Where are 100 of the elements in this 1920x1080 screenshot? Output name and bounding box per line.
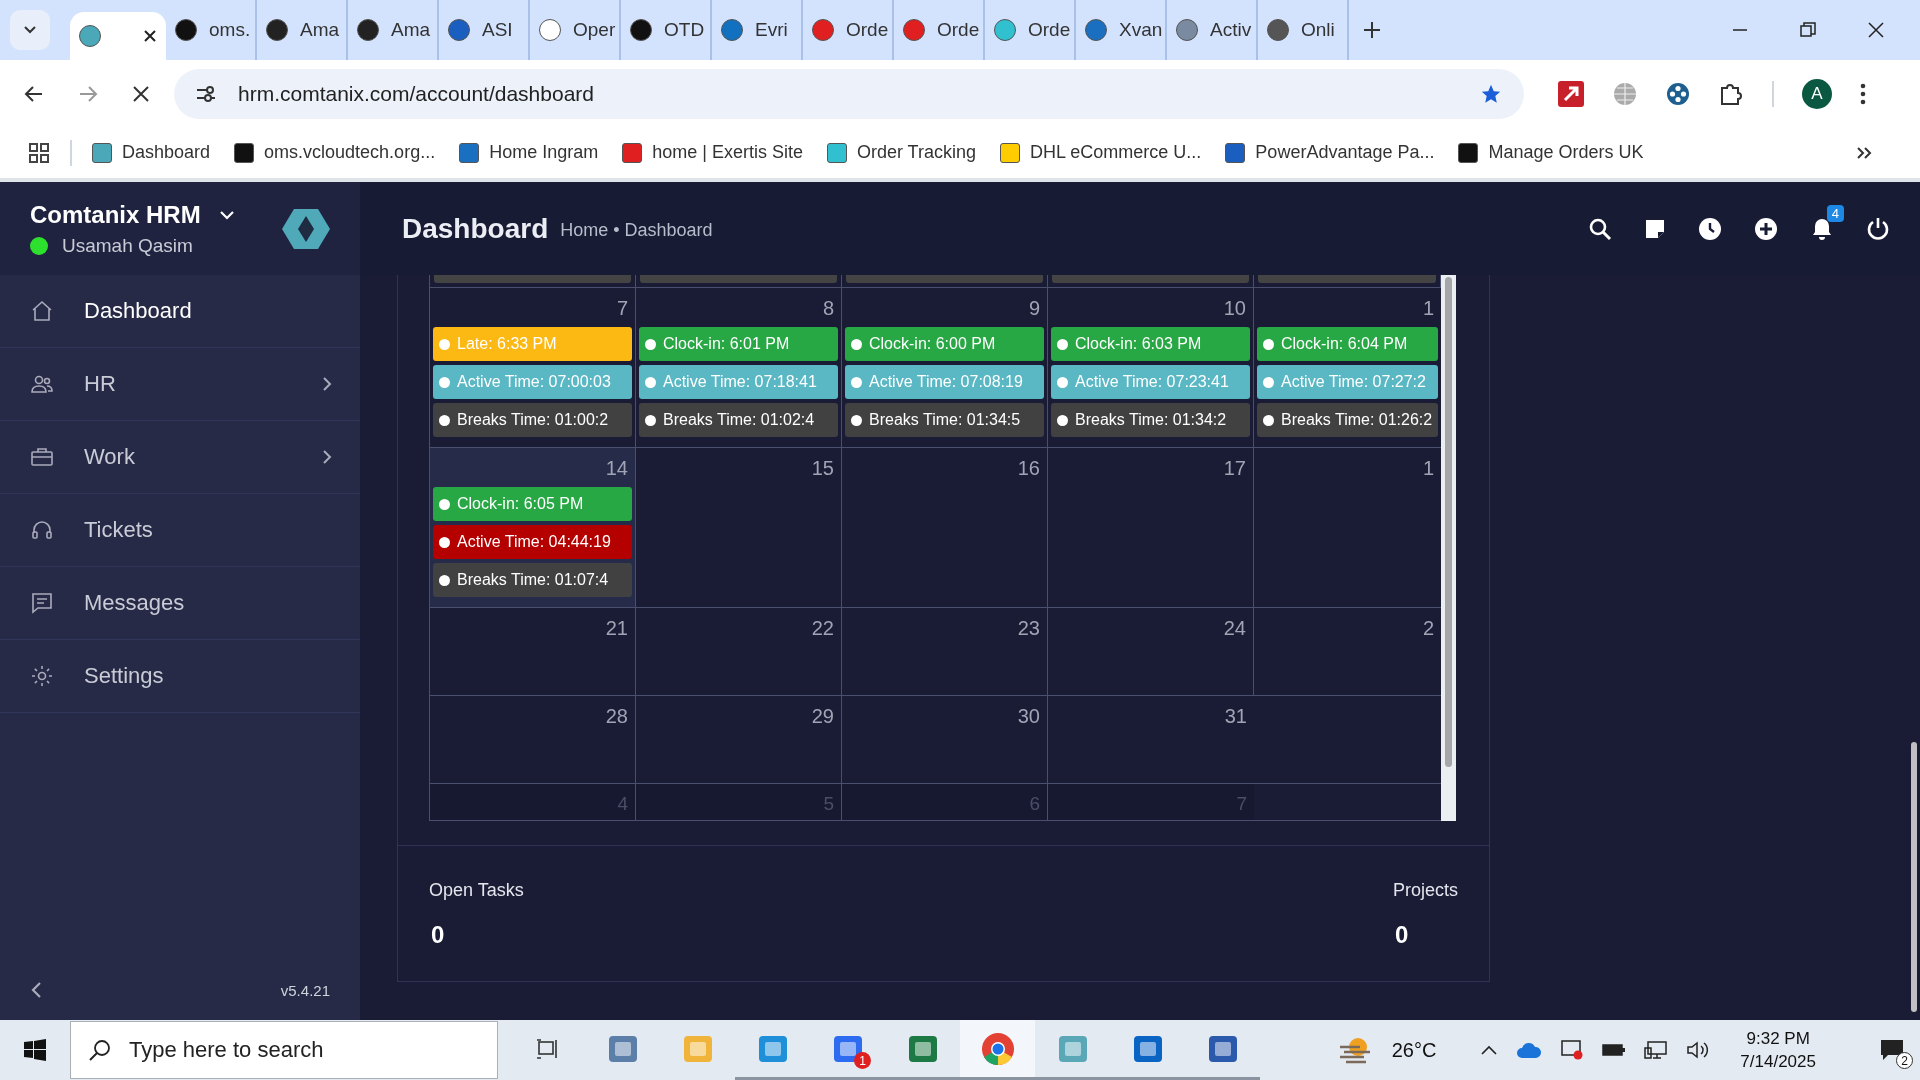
day-number: 30 bbox=[1017, 704, 1040, 728]
apps-grid-icon[interactable] bbox=[28, 141, 50, 164]
day-number: 7 bbox=[616, 296, 628, 320]
extension-icon[interactable] bbox=[1666, 81, 1690, 106]
sidebar-item[interactable]: Tickets bbox=[0, 494, 360, 567]
cloud-icon[interactable] bbox=[1516, 1041, 1543, 1059]
calendar-day[interactable]: 7 Late: 6:33 PM Active Time: 07:00:03 Breaks Time: 01:00:2 bbox=[430, 288, 636, 447]
site-settings-icon[interactable] bbox=[196, 84, 216, 103]
close-icon[interactable] bbox=[1868, 22, 1884, 38]
version-label: v5.4.21 bbox=[280, 981, 330, 999]
bookmark-item[interactable]: PowerAdvantage Pa... bbox=[1225, 142, 1435, 163]
arrow-extension-icon[interactable] bbox=[1558, 80, 1584, 107]
calendar-event[interactable]: Breaks Time: 01:00:2 bbox=[433, 403, 632, 437]
day-number: 10 bbox=[1223, 296, 1246, 320]
calendar-day[interactable]: 14 Clock-in: 6:05 PM Active Time: 04:44:19 Breaks Time: 01:07:4 bbox=[430, 448, 636, 607]
site-icon bbox=[79, 25, 101, 47]
note-icon[interactable] bbox=[1644, 217, 1666, 240]
sidebar-item[interactable]: Dashboard bbox=[0, 275, 360, 348]
calendar-day[interactable]: 1 bbox=[1254, 448, 1442, 607]
sidebar-item[interactable]: HR bbox=[0, 348, 360, 421]
calendar-event[interactable]: Active Time: 04:44:19 bbox=[433, 525, 632, 559]
calendar-day[interactable]: 16 bbox=[842, 448, 1048, 607]
network-icon[interactable] bbox=[1644, 1040, 1669, 1060]
search-icon bbox=[88, 1038, 112, 1062]
monitor-alert-icon[interactable] bbox=[1560, 1039, 1585, 1061]
sidebar-item[interactable]: Work bbox=[0, 421, 360, 494]
taskbar-clock[interactable]: 9:32 PM 7/14/2025 bbox=[1740, 1028, 1816, 1072]
taskbar-search-field[interactable]: Type here to search bbox=[70, 1021, 498, 1079]
calendar-day[interactable]: 15 bbox=[636, 448, 842, 607]
bookmark-item[interactable]: Order Tracking bbox=[826, 142, 976, 163]
bookmark-item[interactable]: Manage Orders UK bbox=[1458, 142, 1644, 163]
address-bar[interactable]: hrm.comtanix.com/account/dashboard bbox=[174, 68, 1524, 119]
calendar-event[interactable]: Breaks Time: 01:34:5 bbox=[845, 403, 1044, 437]
message-icon[interactable] bbox=[1880, 1039, 1904, 1061]
profile-avatar[interactable]: A bbox=[1802, 78, 1832, 109]
day-number: 22 bbox=[811, 616, 834, 640]
chevron-up-icon[interactable] bbox=[1480, 1044, 1499, 1056]
calendar-day[interactable]: 23 bbox=[842, 608, 1048, 695]
search-icon[interactable] bbox=[1588, 216, 1612, 241]
day-number: 1 bbox=[1422, 296, 1435, 320]
site-icon bbox=[92, 142, 112, 163]
sidebar-item[interactable]: Settings bbox=[0, 640, 360, 713]
calendar-day[interactable]: 10 Clock-in: 6:03 PM Active Time: 07:23:41 Breaks Time: 01:34:2 bbox=[1048, 288, 1254, 447]
calendar-day[interactable]: 21 bbox=[430, 608, 636, 695]
speaker-icon[interactable] bbox=[1686, 1040, 1711, 1060]
start-icon[interactable] bbox=[24, 1039, 46, 1061]
calendar-day[interactable]: 30 bbox=[842, 696, 1048, 783]
day-number: 24 bbox=[1223, 616, 1246, 640]
bookmark-item[interactable]: home | Exertis Site bbox=[622, 142, 803, 163]
collapse-icon[interactable] bbox=[30, 981, 42, 999]
taskbar-app[interactable]: 1 bbox=[810, 1020, 885, 1080]
site-icon bbox=[721, 19, 743, 41]
day-number: 16 bbox=[1017, 456, 1040, 480]
briefcase-icon bbox=[30, 445, 54, 469]
calendar-day[interactable]: 31 bbox=[1048, 696, 1254, 783]
calendar-event[interactable]: Breaks Time: 01:07:4 bbox=[433, 563, 632, 597]
menu-icon[interactable] bbox=[1860, 82, 1866, 105]
site-icon bbox=[266, 19, 288, 41]
bookmark-item[interactable]: oms.vcloudtech.org... bbox=[234, 142, 436, 163]
calendar-day[interactable]: 2 bbox=[1254, 608, 1442, 695]
sidebar-item[interactable]: Messages bbox=[0, 567, 360, 640]
chevron-down-icon[interactable] bbox=[218, 209, 235, 220]
calendar-day[interactable]: 22 bbox=[636, 608, 842, 695]
calendar-day[interactable]: 8 Clock-in: 6:01 PM Active Time: 07:18:41 Breaks Time: 01:02:4 bbox=[636, 288, 842, 447]
calendar-day[interactable]: 1 Clock-in: 6:04 PM Active Time: 07:27:2 Breaks Time: 01:26:2 bbox=[1254, 288, 1442, 447]
stop-icon[interactable] bbox=[132, 84, 150, 103]
weather-temperature[interactable]: 26°C bbox=[1391, 1038, 1437, 1062]
calendar-day[interactable]: 29 bbox=[636, 696, 842, 783]
scrollbar[interactable] bbox=[1441, 275, 1456, 821]
bell-icon[interactable] bbox=[1810, 216, 1834, 241]
bookmark-item[interactable]: DHL eCommerce U... bbox=[1000, 142, 1202, 163]
day-number: 17 bbox=[1223, 456, 1246, 480]
restore-icon[interactable] bbox=[1800, 22, 1816, 38]
chevrons-right-icon[interactable] bbox=[1856, 145, 1872, 160]
calendar-day[interactable]: 17 bbox=[1048, 448, 1254, 607]
bookmark-item[interactable]: Dashboard bbox=[92, 142, 211, 163]
clock-time: 9:32 PM bbox=[1746, 1028, 1810, 1049]
calendar-event[interactable]: Breaks Time: 01:26:2 bbox=[1257, 403, 1439, 437]
taskbar-app[interactable] bbox=[960, 1020, 1035, 1080]
forward-icon[interactable] bbox=[78, 83, 98, 104]
chevron-down-icon bbox=[23, 25, 37, 35]
browser-tab[interactable] bbox=[70, 12, 166, 60]
bookmark-item[interactable]: Home Ingram bbox=[459, 142, 599, 163]
close-icon[interactable] bbox=[143, 29, 157, 43]
clock-icon[interactable] bbox=[1698, 216, 1722, 241]
power-icon[interactable] bbox=[1866, 216, 1890, 241]
site-icon bbox=[826, 142, 847, 163]
calendar-event[interactable]: Breaks Time: 01:02:4 bbox=[639, 403, 838, 437]
new-tab-icon[interactable] bbox=[1363, 21, 1381, 39]
battery-icon[interactable] bbox=[1602, 1042, 1627, 1058]
back-icon[interactable] bbox=[24, 83, 44, 104]
site-icon bbox=[448, 19, 470, 41]
calendar-day[interactable]: 28 bbox=[430, 696, 636, 783]
site-icon bbox=[630, 19, 652, 41]
day-number: 1 bbox=[1422, 456, 1435, 480]
calendar-day[interactable]: 9 Clock-in: 6:00 PM Active Time: 07:08:19 Breaks Time: 01:34:5 bbox=[842, 288, 1048, 447]
calendar-event[interactable]: Breaks Time: 01:34:2 bbox=[1051, 403, 1250, 437]
calendar-day[interactable]: 24 bbox=[1048, 608, 1254, 695]
day-number: 15 bbox=[811, 456, 834, 480]
add-icon[interactable] bbox=[1754, 216, 1778, 241]
